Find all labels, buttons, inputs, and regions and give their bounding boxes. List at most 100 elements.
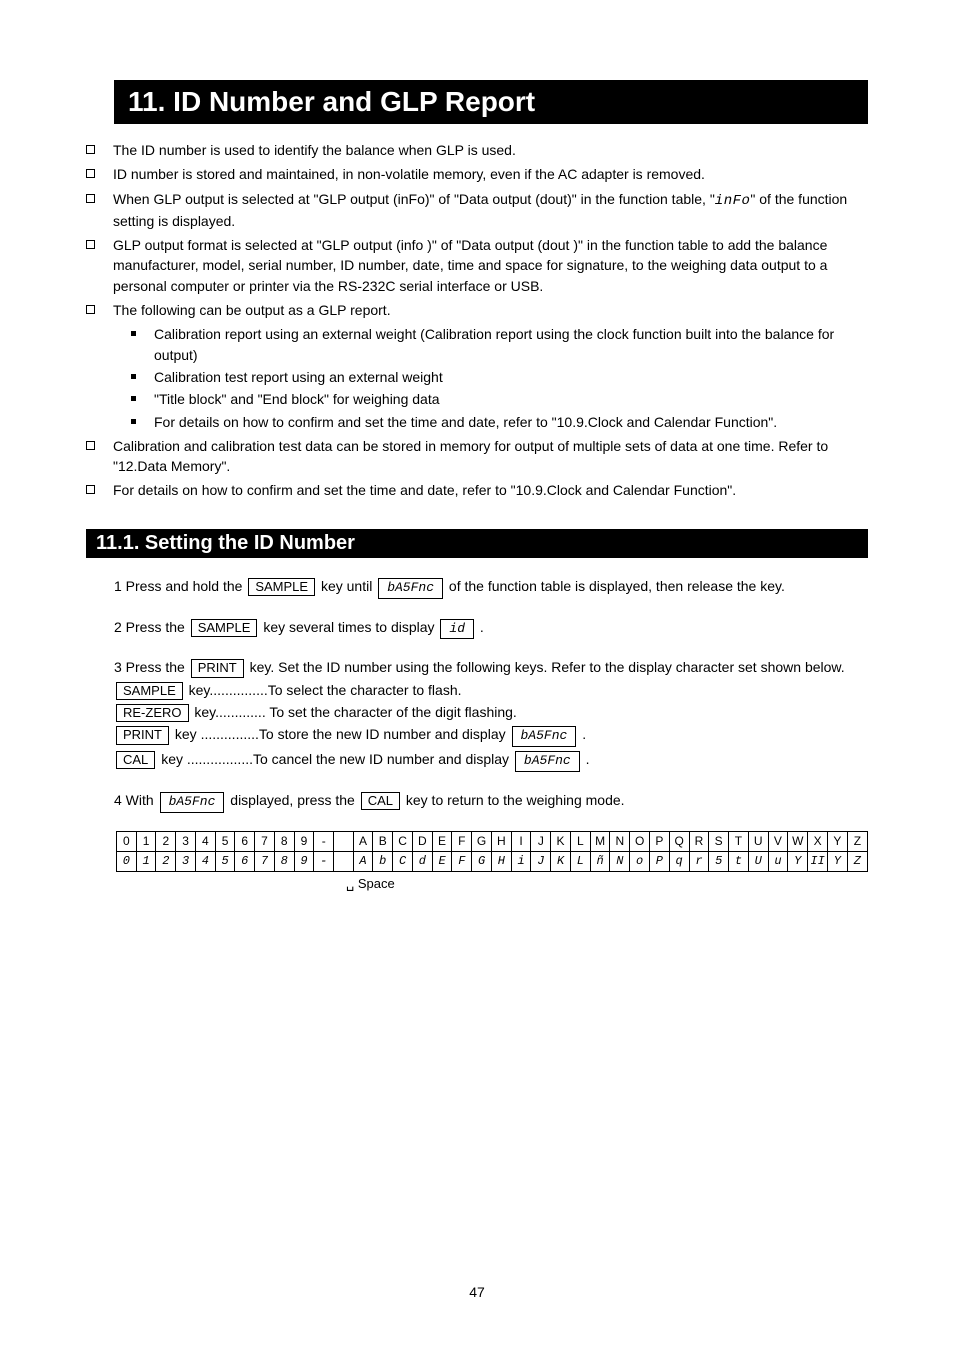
square-bullet-icon bbox=[86, 145, 95, 154]
char-cell: F bbox=[452, 851, 472, 871]
steps-list: 1 Press and hold the SAMPLE key until bA… bbox=[114, 576, 868, 813]
char-cell: 4 bbox=[195, 851, 215, 871]
char-cell: K bbox=[551, 851, 571, 871]
char-cell: G bbox=[472, 831, 492, 851]
sub-bullet-list: Calibration report using an external wei… bbox=[131, 324, 868, 431]
char-cell: 9 bbox=[294, 851, 314, 871]
key-sample: SAMPLE bbox=[116, 682, 183, 700]
display-basfnc: bA5Fnc bbox=[515, 751, 580, 772]
char-cell: Y bbox=[788, 851, 808, 871]
bullet-text: The following can be output as a GLP rep… bbox=[113, 300, 391, 320]
char-cell: 6 bbox=[235, 851, 255, 871]
subsection-title: 11.1. Setting the ID Number bbox=[86, 529, 868, 558]
sub-bullet-text: For details on how to confirm and set th… bbox=[154, 412, 777, 432]
page-number: 47 bbox=[0, 1284, 954, 1300]
char-cell: H bbox=[491, 831, 511, 851]
char-cell: ñ bbox=[590, 851, 610, 871]
char-cell: S bbox=[709, 831, 729, 851]
char-cell: r bbox=[689, 851, 709, 871]
char-cell: R bbox=[689, 831, 709, 851]
char-cell: P bbox=[650, 851, 670, 871]
dot-bullet-icon bbox=[131, 396, 136, 401]
char-cell: C bbox=[393, 831, 413, 851]
char-cell: 6 bbox=[235, 831, 255, 851]
character-set-table: 0123456789-ABCDEFGHIJKLMNOPQRSTUVWXYZ 01… bbox=[116, 831, 868, 872]
char-cell: u bbox=[768, 851, 788, 871]
key-print: PRINT bbox=[116, 726, 169, 744]
char-cell: N bbox=[610, 851, 630, 871]
char-cell: E bbox=[432, 831, 452, 851]
char-cell: J bbox=[531, 851, 551, 871]
char-cell: 0 bbox=[117, 851, 137, 871]
char-cell: A bbox=[353, 831, 373, 851]
char-cell: K bbox=[551, 831, 571, 851]
step-3: 3 Press the PRINT key. Set the ID number… bbox=[114, 657, 868, 772]
bullet-text: When GLP output is selected at "GLP outp… bbox=[113, 189, 868, 232]
char-cell: i bbox=[511, 851, 531, 871]
char-cell: V bbox=[768, 831, 788, 851]
table-row: 0123456789-AbCdEFGHiJKLñNoPqr5tUuYIIYZ bbox=[117, 851, 868, 871]
key-sample: SAMPLE bbox=[191, 619, 258, 637]
square-bullet-icon bbox=[86, 305, 95, 314]
char-cell: 1 bbox=[136, 851, 156, 871]
char-cell bbox=[334, 831, 354, 851]
char-cell: B bbox=[373, 831, 393, 851]
char-cell: O bbox=[630, 831, 650, 851]
square-bullet-icon bbox=[86, 194, 95, 203]
char-cell: 7 bbox=[255, 851, 275, 871]
char-cell: J bbox=[531, 831, 551, 851]
space-legend: ␣ Space bbox=[346, 876, 868, 892]
dot-bullet-icon bbox=[131, 419, 136, 424]
main-bullet-list: The ID number is used to identify the ba… bbox=[86, 140, 868, 320]
display-basfnc: bA5Fnc bbox=[160, 792, 225, 813]
char-cell: 8 bbox=[274, 831, 294, 851]
char-cell: - bbox=[314, 851, 334, 871]
section-title: 11. ID Number and GLP Report bbox=[114, 80, 868, 124]
char-cell: 8 bbox=[274, 851, 294, 871]
key-cal: CAL bbox=[361, 792, 400, 810]
char-cell: 4 bbox=[195, 831, 215, 851]
char-cell: W bbox=[788, 831, 808, 851]
sub-bullet-text: Calibration report using an external wei… bbox=[154, 324, 868, 365]
char-cell: d bbox=[412, 851, 432, 871]
char-cell: 5 bbox=[709, 851, 729, 871]
char-cell: C bbox=[393, 851, 413, 871]
segment-text: inFo bbox=[715, 193, 751, 209]
char-cell: P bbox=[650, 831, 670, 851]
bullet-text: Calibration and calibration test data ca… bbox=[113, 436, 868, 477]
bullet-text: For details on how to confirm and set th… bbox=[113, 480, 736, 500]
key-print: PRINT bbox=[191, 659, 244, 677]
char-cell: Y bbox=[828, 851, 848, 871]
sub-bullet-text: Calibration test report using an externa… bbox=[154, 367, 443, 387]
char-cell: 2 bbox=[156, 851, 176, 871]
char-cell: 2 bbox=[156, 831, 176, 851]
step-4: 4 With bA5Fnc displayed, press the CAL k… bbox=[114, 790, 868, 813]
char-cell bbox=[334, 851, 354, 871]
char-cell: b bbox=[373, 851, 393, 871]
char-cell: 1 bbox=[136, 831, 156, 851]
dot-bullet-icon bbox=[131, 331, 136, 336]
char-cell: L bbox=[570, 851, 590, 871]
bullet-text: ID number is stored and maintained, in n… bbox=[113, 164, 705, 184]
char-cell: D bbox=[412, 831, 432, 851]
square-bullet-icon bbox=[86, 240, 95, 249]
char-cell: I bbox=[511, 831, 531, 851]
char-cell: II bbox=[808, 851, 828, 871]
square-bullet-icon bbox=[86, 169, 95, 178]
key-cal: CAL bbox=[116, 751, 155, 769]
char-cell: X bbox=[808, 831, 828, 851]
square-bullet-icon bbox=[86, 441, 95, 450]
dot-bullet-icon bbox=[131, 374, 136, 379]
char-cell: Z bbox=[847, 831, 867, 851]
char-cell: 0 bbox=[117, 831, 137, 851]
char-cell: A bbox=[353, 851, 373, 871]
char-cell: q bbox=[669, 851, 689, 871]
char-cell: U bbox=[748, 831, 768, 851]
char-cell: - bbox=[314, 831, 334, 851]
display-basfnc: bA5Fnc bbox=[512, 726, 577, 747]
char-cell: 3 bbox=[176, 851, 196, 871]
main-bullet-list-2: Calibration and calibration test data ca… bbox=[86, 436, 868, 501]
char-cell: M bbox=[590, 831, 610, 851]
char-cell: t bbox=[729, 851, 749, 871]
char-cell: G bbox=[472, 851, 492, 871]
